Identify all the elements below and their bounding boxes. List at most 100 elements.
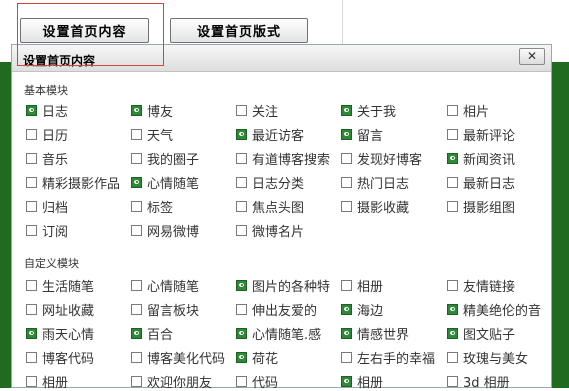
checkbox-icon[interactable] (447, 351, 458, 363)
checkbox-checked-icon[interactable] (131, 327, 142, 339)
module-option[interactable]: 关注 (236, 101, 278, 120)
checkbox-icon[interactable] (447, 176, 458, 188)
checkbox-checked-icon[interactable] (131, 176, 142, 188)
checkbox-icon[interactable] (131, 303, 142, 315)
module-option[interactable]: 雨天心情 (26, 324, 94, 343)
module-option[interactable]: 订阅 (26, 221, 68, 240)
checkbox-icon[interactable] (26, 303, 37, 315)
module-option[interactable]: 留言板块 (131, 300, 199, 319)
module-option[interactable]: 日历 (26, 125, 68, 144)
module-option[interactable]: 热门日志 (341, 173, 409, 192)
checkbox-checked-icon[interactable] (447, 152, 458, 164)
module-option[interactable]: 代码 (236, 372, 278, 391)
checkbox-icon[interactable] (236, 303, 247, 315)
checkbox-checked-icon[interactable] (341, 128, 352, 140)
checkbox-checked-icon[interactable] (341, 327, 352, 339)
module-option[interactable]: 精彩摄影作品 (26, 173, 120, 192)
module-option[interactable]: 博友 (131, 101, 173, 120)
checkbox-icon[interactable] (341, 200, 352, 212)
module-option[interactable]: 心情随笔.感 (236, 324, 321, 343)
checkbox-icon[interactable] (236, 224, 247, 236)
checkbox-icon[interactable] (131, 279, 142, 291)
checkbox-icon[interactable] (26, 176, 37, 188)
checkbox-icon[interactable] (236, 375, 247, 387)
module-option[interactable]: 相片 (447, 101, 489, 120)
checkbox-checked-icon[interactable] (236, 279, 247, 291)
set-home-layout-button[interactable]: 设置首页版式 (170, 18, 308, 43)
checkbox-icon[interactable] (447, 128, 458, 140)
module-option[interactable]: 新闻资讯 (447, 149, 515, 168)
module-option[interactable]: 友情链接 (447, 276, 515, 295)
checkbox-icon[interactable] (236, 200, 247, 212)
module-option[interactable]: 伸出友爱的 (236, 300, 317, 319)
checkbox-icon[interactable] (131, 224, 142, 236)
checkbox-checked-icon[interactable] (341, 104, 352, 116)
module-option[interactable]: 日志分类 (236, 173, 304, 192)
module-option[interactable]: 摄影收藏 (341, 197, 409, 216)
checkbox-checked-icon[interactable] (26, 327, 37, 339)
checkbox-icon[interactable] (26, 152, 37, 164)
module-option[interactable]: 心情随笔 (131, 276, 199, 295)
checkbox-icon[interactable] (447, 104, 458, 116)
checkbox-checked-icon[interactable] (447, 327, 458, 339)
checkbox-icon[interactable] (131, 375, 142, 387)
module-option[interactable]: 我的圈子 (131, 149, 199, 168)
module-option[interactable]: 相册 (26, 372, 68, 391)
set-home-content-button[interactable]: 设置首页内容 (20, 18, 149, 43)
module-option[interactable]: 网易微博 (131, 221, 199, 240)
module-option[interactable]: 最近访客 (236, 125, 304, 144)
module-option[interactable]: 发现好博客 (341, 149, 422, 168)
module-option[interactable]: 标签 (131, 197, 173, 216)
module-option[interactable]: 精美绝伦的音 (447, 300, 541, 319)
checkbox-icon[interactable] (447, 279, 458, 291)
checkbox-icon[interactable] (131, 200, 142, 212)
module-option[interactable]: 博客代码 (26, 348, 94, 367)
module-option[interactable]: 博客美化代码 (131, 348, 225, 367)
checkbox-checked-icon[interactable] (26, 104, 37, 116)
checkbox-icon[interactable] (26, 128, 37, 140)
module-option[interactable]: 留言 (341, 125, 383, 144)
checkbox-checked-icon[interactable] (131, 104, 142, 116)
checkbox-icon[interactable] (26, 224, 37, 236)
module-option[interactable]: 相册 (341, 276, 383, 295)
module-option[interactable]: 微博名片 (236, 221, 304, 240)
checkbox-icon[interactable] (26, 200, 37, 212)
module-option[interactable]: 玫瑰与美女 (447, 348, 528, 367)
module-option[interactable]: 日志 (26, 101, 68, 120)
checkbox-icon[interactable] (341, 176, 352, 188)
checkbox-icon[interactable] (447, 200, 458, 212)
module-option[interactable]: 情感世界 (341, 324, 409, 343)
checkbox-icon[interactable] (236, 152, 247, 164)
checkbox-checked-icon[interactable] (236, 327, 247, 339)
module-option[interactable]: 图片的各种特 (236, 276, 330, 295)
module-option[interactable]: 欢迎你朋友 (131, 372, 212, 391)
module-option[interactable]: 音乐 (26, 149, 68, 168)
close-icon[interactable]: ✕ (519, 48, 545, 65)
module-option[interactable]: 相册 (341, 372, 383, 391)
checkbox-icon[interactable] (131, 351, 142, 363)
module-option[interactable]: 百合 (131, 324, 173, 343)
checkbox-checked-icon[interactable] (341, 303, 352, 315)
module-option[interactable]: 图文贴子 (447, 324, 515, 343)
checkbox-icon[interactable] (341, 152, 352, 164)
checkbox-icon[interactable] (26, 279, 37, 291)
checkbox-icon[interactable] (26, 375, 37, 387)
module-option[interactable]: 心情随笔 (131, 173, 199, 192)
checkbox-checked-icon[interactable] (447, 303, 458, 315)
module-option[interactable]: 生活随笔 (26, 276, 94, 295)
checkbox-icon[interactable] (131, 152, 142, 164)
module-option[interactable]: 焦点头图 (236, 197, 304, 216)
checkbox-icon[interactable] (447, 375, 458, 387)
module-option[interactable]: 海边 (341, 300, 383, 319)
checkbox-checked-icon[interactable] (236, 128, 247, 140)
module-option[interactable]: 最新评论 (447, 125, 515, 144)
module-option[interactable]: 天气 (131, 125, 173, 144)
checkbox-icon[interactable] (131, 128, 142, 140)
module-option[interactable]: 摄影组图 (447, 197, 515, 216)
checkbox-icon[interactable] (236, 176, 247, 188)
module-option[interactable]: 归档 (26, 197, 68, 216)
module-option[interactable]: 关于我 (341, 101, 396, 120)
module-option[interactable]: 荷花 (236, 348, 278, 367)
checkbox-icon[interactable] (341, 351, 352, 363)
checkbox-icon[interactable] (236, 104, 247, 116)
